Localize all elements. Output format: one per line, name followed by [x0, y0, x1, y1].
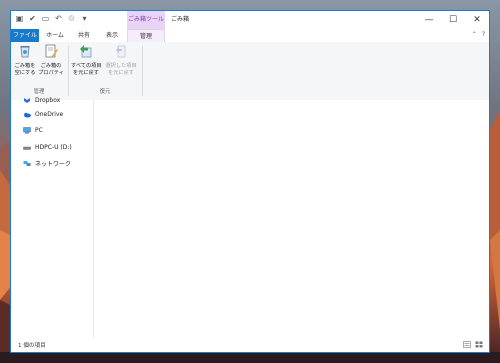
minimize-button[interactable]: —	[417, 11, 441, 29]
onedrive-icon	[24, 112, 31, 117]
group-label-manage: 管理	[33, 89, 45, 95]
ribbon-tabs: ファイル ホーム 共有 表示 管理 ⌃ ?	[11, 29, 489, 43]
restore-all-label: すべての項目 を元に戻す	[71, 63, 102, 76]
empty-recycle-bin-icon	[20, 46, 30, 58]
empty-recycle-bin-label: ごみ箱を 空にする	[14, 63, 36, 76]
tab-view[interactable]: 表示	[99, 29, 125, 42]
window-title: ごみ箱	[171, 16, 190, 23]
explorer-window: ▣ ✔ ▭ ↶ ♲ ▾ ごみ箱ツール ごみ箱 — ☐ ✕ ファイル ホーム 共有…	[10, 10, 490, 353]
dropbox-icon	[24, 97, 30, 103]
drive-icon	[23, 146, 31, 150]
dropdown-icon[interactable]: ▾	[80, 14, 89, 24]
tab-manage[interactable]: 管理	[127, 29, 165, 42]
restore-selected-button[interactable]: 選択した項目 を元に戻す	[104, 44, 138, 76]
window-controls: — ☐ ✕	[417, 11, 489, 29]
quick-access-toolbar: ▣ ✔ ▭ ↶ ♲ ▾	[15, 14, 89, 24]
ribbon: ごみ箱を 空にする ごみ箱の プロパティ 管理 すべての項目 を元に戻す 選択し…	[11, 42, 489, 101]
group-separator	[142, 46, 143, 96]
restore-selected-label: 選択した項目 を元に戻す	[105, 63, 137, 76]
help-icon[interactable]: ?	[482, 31, 485, 38]
group-label-restore: 復元	[99, 89, 111, 95]
nav-item-label: ネットワーク	[35, 160, 72, 168]
view-buttons	[463, 341, 483, 348]
tab-share[interactable]: 共有	[71, 29, 97, 42]
title-bar: ▣ ✔ ▭ ↶ ♲ ▾ ごみ箱ツール ごみ箱 — ☐ ✕	[11, 11, 489, 29]
status-bar: 1 個の項目	[11, 338, 489, 352]
nav-item-label: OneDrive	[35, 110, 64, 118]
details-view-icon[interactable]	[463, 341, 471, 348]
ribbon-controls: ⌃ ?	[472, 31, 485, 38]
nav-item-network[interactable]: ネットワーク	[23, 158, 71, 168]
recycle-icon[interactable]: ♲	[67, 14, 76, 24]
large-icons-view-icon[interactable]	[475, 341, 483, 348]
file-list-area[interactable]	[94, 100, 489, 340]
nav-item-drive[interactable]: HDPC-U (D:)	[23, 142, 72, 152]
nav-item-label: HDPC-U (D:)	[35, 143, 72, 151]
network-icon	[23, 160, 31, 166]
nav-item-onedrive[interactable]: OneDrive	[23, 109, 63, 119]
undo-icon[interactable]: ↶	[54, 14, 63, 24]
nav-item-label: PC	[35, 126, 43, 134]
recycle-bin-properties-icon	[45, 44, 58, 58]
maximize-button[interactable]: ☐	[441, 11, 465, 29]
restore-all-button[interactable]: すべての項目 を元に戻す	[71, 44, 102, 76]
navigation-pane: Dropbox OneDrive PC HDPC-U (D:) ネットワーク	[11, 97, 93, 340]
context-tab-header: ごみ箱ツール	[127, 11, 165, 29]
tab-file[interactable]: ファイル	[11, 29, 39, 42]
item-count: 1 個の項目	[18, 343, 46, 349]
check-icon[interactable]: ✔	[28, 14, 37, 24]
empty-recycle-bin-button[interactable]: ごみ箱を 空にする	[12, 44, 38, 76]
new-folder-icon[interactable]: ▭	[41, 14, 50, 24]
recycle-bin-properties-label: ごみ箱の プロパティ	[38, 63, 64, 76]
restore-selected-icon	[116, 45, 126, 58]
nav-item-dropbox[interactable]: Dropbox	[23, 95, 60, 105]
restore-all-icon	[80, 45, 92, 58]
tab-home[interactable]: ホーム	[41, 29, 69, 42]
properties-icon[interactable]: ▣	[15, 14, 24, 24]
nav-item-pc[interactable]: PC	[23, 125, 43, 135]
pc-icon	[23, 126, 31, 133]
collapse-ribbon-icon[interactable]: ⌃	[472, 31, 477, 38]
recycle-bin-properties-button[interactable]: ごみ箱の プロパティ	[38, 44, 64, 76]
nav-item-label: Dropbox	[35, 96, 61, 104]
close-button[interactable]: ✕	[465, 11, 489, 29]
